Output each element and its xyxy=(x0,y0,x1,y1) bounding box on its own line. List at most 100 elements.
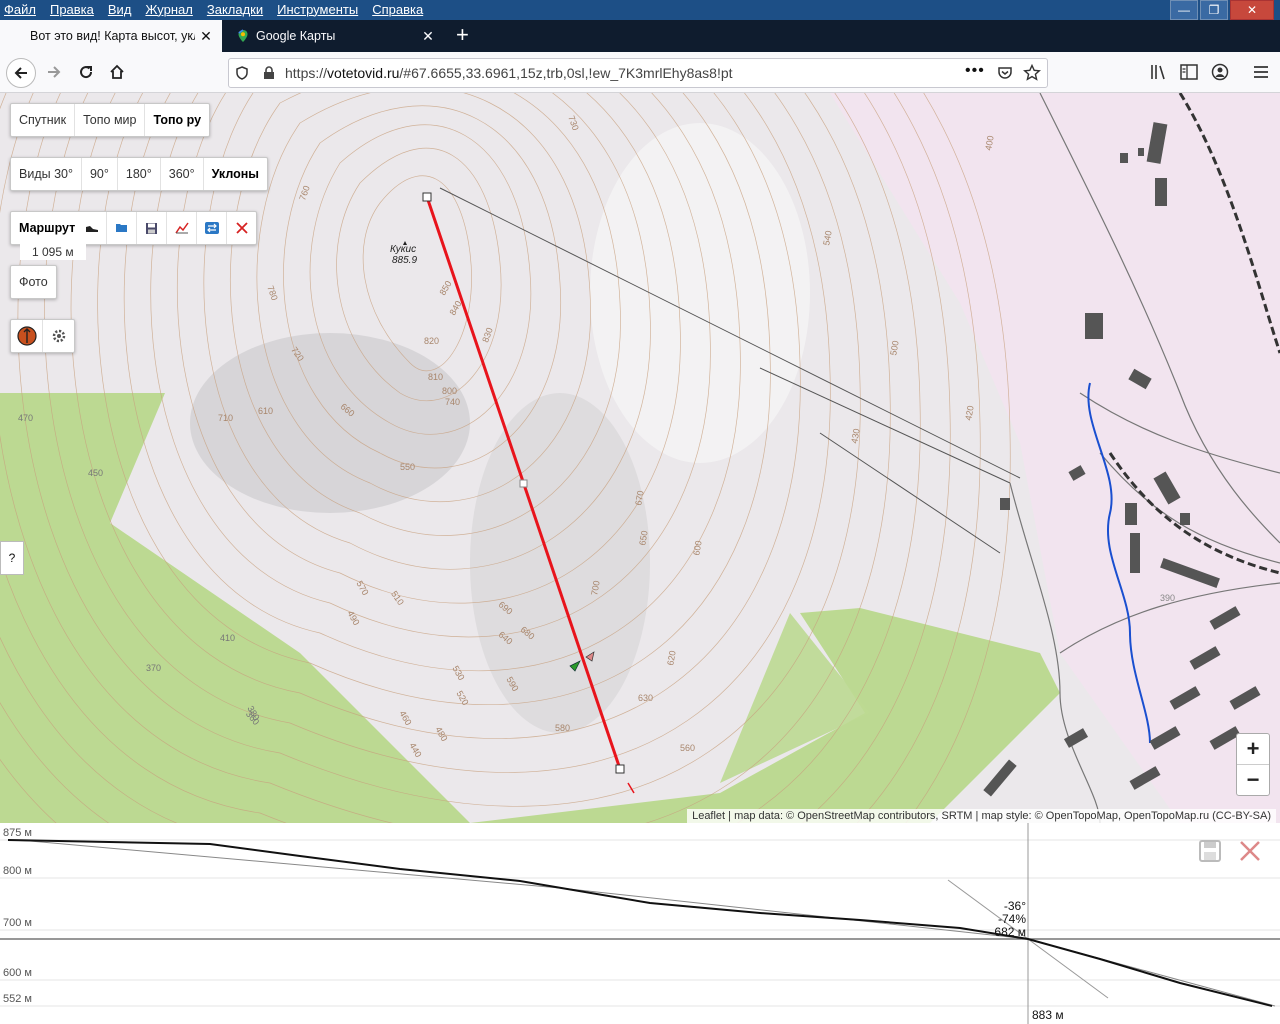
close-window-button[interactable]: ✕ xyxy=(1230,0,1274,20)
url-prefix: https:// xyxy=(285,65,328,81)
contour-label: 630 xyxy=(638,693,654,703)
new-tab-button[interactable]: + xyxy=(456,24,469,46)
tab-title: Вот это вид! Карта высот, укл xyxy=(30,29,195,43)
chart-line-icon xyxy=(175,222,189,234)
back-button[interactable] xyxy=(6,58,36,88)
menu-view[interactable]: Вид xyxy=(108,2,132,17)
layer-satellite-button[interactable]: Спутник xyxy=(11,104,76,136)
peak-name: Кукис xyxy=(390,244,417,255)
route-toolbar: Маршрут xyxy=(10,211,258,245)
reload-button[interactable] xyxy=(72,58,100,86)
menu-edit[interactable]: Правка xyxy=(50,2,94,17)
elevation-profile[interactable]: 875 м 800 м 700 м 600 м 552 м -36° -74% … xyxy=(0,823,1280,1024)
navigation-toolbar: https://votetovid.ru/#67.6655,33.6961,15… xyxy=(0,52,1280,93)
maximize-button[interactable]: ❐ xyxy=(1200,0,1228,20)
y-label-875: 875 м xyxy=(3,827,32,839)
contour-label: 580 xyxy=(555,723,571,733)
save-profile-icon[interactable] xyxy=(1199,840,1221,862)
menu-file[interactable]: Файл xyxy=(4,2,36,17)
zoom-control: + − xyxy=(1236,733,1270,796)
account-icon[interactable] xyxy=(1211,63,1229,81)
tab-google-maps[interactable]: Google Карты ✕ xyxy=(226,20,444,52)
cursor-distance: 883 м xyxy=(1032,1008,1064,1022)
menu-bookmarks[interactable]: Закладки xyxy=(207,2,263,17)
contour-label: 370 xyxy=(146,663,162,673)
tab-votetovid[interactable]: Вот это вид! Карта высот, укл ✕ xyxy=(0,20,222,52)
shoe-icon xyxy=(85,226,98,232)
menu-list: Файл Правка Вид Журнал Закладки Инструме… xyxy=(4,2,423,17)
close-icon xyxy=(236,222,248,234)
menu-tools[interactable]: Инструменты xyxy=(277,2,358,17)
contour-label: 550 xyxy=(400,462,416,472)
topo-map-layer[interactable] xyxy=(0,93,1280,823)
close-tab-icon[interactable]: ✕ xyxy=(198,28,214,45)
bookmark-star-icon[interactable] xyxy=(1023,64,1041,82)
minimize-button[interactable]: — xyxy=(1170,0,1198,20)
save-route-button[interactable] xyxy=(137,212,168,244)
zoom-out-button[interactable]: − xyxy=(1237,765,1269,795)
lock-icon[interactable] xyxy=(263,66,275,80)
shield-icon[interactable] xyxy=(235,66,249,80)
peak-elevation: 885.9 xyxy=(392,255,418,266)
floppy-disk-icon xyxy=(146,222,158,234)
page-actions-icon[interactable]: ••• xyxy=(965,62,985,80)
tab-title: Google Карты xyxy=(256,29,336,43)
route-draw-button[interactable] xyxy=(77,212,108,244)
help-button[interactable]: ? xyxy=(0,541,24,575)
reload-icon xyxy=(80,66,93,79)
gear-icon xyxy=(52,329,65,343)
route-button[interactable]: Маршрут xyxy=(11,212,77,244)
close-tab-icon[interactable]: ✕ xyxy=(420,28,436,45)
layer-topo-world-button[interactable]: Топо мир xyxy=(75,104,146,136)
folder-icon xyxy=(115,224,127,232)
url-path: /#67.6655,33.6961,15z,trb,0sl,!ew_7K3mrl… xyxy=(399,65,733,81)
contour-label: 410 xyxy=(220,633,236,643)
contour-label: 710 xyxy=(218,413,234,423)
cursor-slope-percent: -74% xyxy=(997,912,1026,926)
view-switcher: Виды 30° 90° 180° 360° Уклоны xyxy=(10,157,268,191)
contour-label: 390 xyxy=(1160,593,1176,603)
settings-button[interactable] xyxy=(43,320,74,352)
forward-button[interactable] xyxy=(40,58,68,86)
delete-route-button[interactable] xyxy=(227,212,256,244)
slopes-button[interactable]: Уклоны xyxy=(204,158,267,190)
view-90-button[interactable]: 90° xyxy=(82,158,118,190)
y-label-600: 600 м xyxy=(3,967,32,979)
arrow-left-icon xyxy=(14,67,27,79)
library-icon[interactable] xyxy=(1150,64,1168,80)
contour-label: 820 xyxy=(424,336,440,346)
home-button[interactable] xyxy=(103,58,131,86)
google-maps-icon xyxy=(238,29,248,42)
contour-label: 610 xyxy=(258,406,274,416)
photo-button[interactable]: Фото xyxy=(11,266,56,298)
arrow-right-icon xyxy=(48,66,61,78)
y-label-552: 552 м xyxy=(3,993,32,1005)
view-360-button[interactable]: 360° xyxy=(161,158,204,190)
reverse-route-button[interactable] xyxy=(197,212,228,244)
view-30-button[interactable]: Виды 30° xyxy=(11,158,82,190)
hamburger-menu-icon[interactable] xyxy=(1252,64,1270,80)
orientation-button[interactable] xyxy=(11,320,43,352)
view-180-button[interactable]: 180° xyxy=(118,158,161,190)
url-text: https://votetovid.ru/#67.6655,33.6961,15… xyxy=(285,65,733,81)
cursor-elevation: 682 м xyxy=(994,925,1026,939)
open-route-button[interactable] xyxy=(107,212,138,244)
home-icon xyxy=(110,64,124,79)
sidebar-icon[interactable] xyxy=(1180,64,1198,80)
layer-topo-ru-button[interactable]: Топо ру xyxy=(145,104,209,136)
contour-label: 470 xyxy=(18,413,34,423)
pocket-icon[interactable] xyxy=(997,65,1013,81)
map-view[interactable]: Кукис 885.9 760 780 850 840 830 820 810 … xyxy=(0,93,1280,823)
contour-label: 450 xyxy=(88,468,104,478)
layer-switcher: Спутник Топо мир Топо ру xyxy=(10,103,211,137)
elevation-profile-button[interactable] xyxy=(167,212,198,244)
menu-history[interactable]: Журнал xyxy=(145,2,192,17)
address-bar[interactable]: https://votetovid.ru/#67.6655,33.6961,15… xyxy=(228,58,1048,88)
cursor-slope-degrees: -36° xyxy=(1003,899,1026,913)
menu-help[interactable]: Справка xyxy=(372,2,423,17)
route-length: 1 095 м xyxy=(20,244,86,260)
close-profile-icon[interactable] xyxy=(1239,840,1261,862)
compass-icon xyxy=(16,326,37,346)
tools-control xyxy=(10,319,75,353)
zoom-in-button[interactable]: + xyxy=(1237,734,1269,765)
